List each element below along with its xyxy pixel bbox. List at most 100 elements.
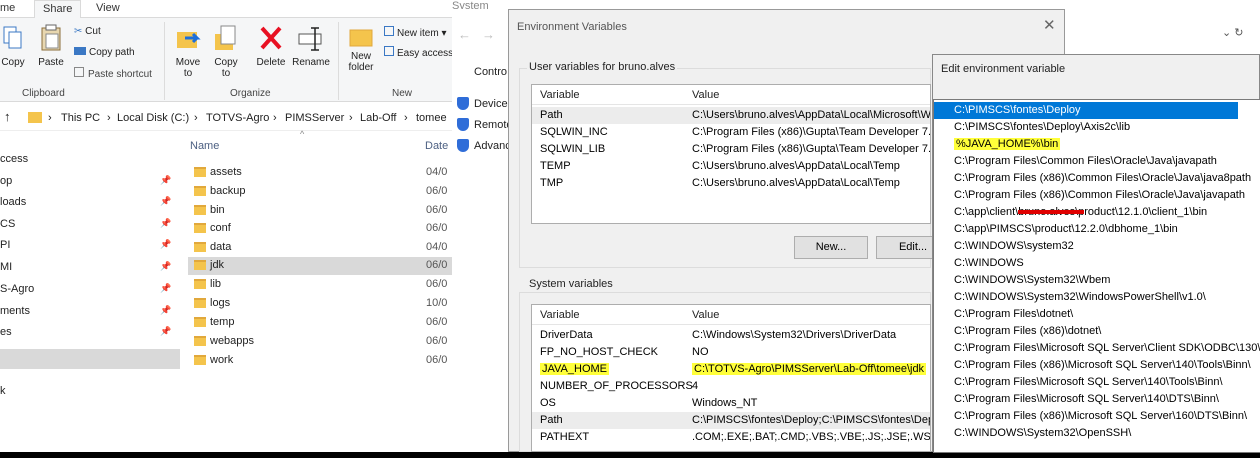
file-row-selected[interactable]: jdk 06/0 <box>188 257 452 275</box>
move-to-button[interactable]: Move to <box>172 24 204 79</box>
list-item[interactable]: C:\WINDOWS\System32\Wbem <box>934 272 1238 289</box>
paste-button[interactable]: Paste <box>36 24 66 68</box>
nav-item-quick-access[interactable]: ccess <box>0 153 28 165</box>
device-manager-link[interactable]: Device <box>474 98 508 110</box>
file-row[interactable]: work 06/0 <box>188 352 452 370</box>
column-header-name[interactable]: Name <box>190 140 219 152</box>
copy-to-button[interactable]: Copy to <box>210 24 242 79</box>
forward-arrow-icon[interactable]: → <box>482 27 495 42</box>
column-variable[interactable]: Variable <box>540 89 580 101</box>
tab-view[interactable]: View <box>96 2 120 14</box>
copy-button[interactable]: Copy <box>0 24 26 68</box>
column-variable[interactable]: Variable <box>540 309 580 321</box>
nav-item-network[interactable]: k <box>0 385 6 397</box>
tab-share[interactable]: Share <box>34 0 82 19</box>
table-row[interactable]: NUMBER_OF_PROCESSORS 4 <box>532 378 930 395</box>
table-row[interactable]: OS Windows_NT <box>532 395 930 412</box>
new-item-button[interactable]: New item ▾ <box>384 26 447 39</box>
list-item[interactable]: C:\Program Files (x86)\dotnet\ <box>934 323 1238 340</box>
breadcrumb-totvs-agro[interactable]: TOTVS-Agro <box>206 112 269 124</box>
variable-value: C:\PIMSCS\fontes\Deploy;C:\PIMSCS\fontes… <box>692 414 931 426</box>
list-item[interactable]: C:\Program Files\dotnet\ <box>934 306 1238 323</box>
list-item[interactable]: C:\Program Files\Microsoft SQL Server\Cl… <box>934 340 1260 357</box>
list-item-redacted[interactable]: C:\app\client\bruno.alves\product\12.1.0… <box>934 204 1238 221</box>
breadcrumb-tomee[interactable]: tomee <box>416 112 447 124</box>
nav-item-pi[interactable]: PI <box>0 239 10 251</box>
breadcrumb-pimsserver[interactable]: PIMSServer <box>285 112 344 124</box>
table-row[interactable]: PATHEXT .COM;.EXE;.BAT;.CMD;.VBS;.VBE;.JS… <box>532 429 930 446</box>
list-item[interactable]: C:\Program Files (x86)\Common Files\Orac… <box>934 187 1245 204</box>
list-item[interactable]: C:\Program Files\Common Files\Oracle\Jav… <box>934 153 1238 170</box>
table-row[interactable]: TEMP C:\Users\bruno.alves\AppData\Local\T… <box>532 158 930 175</box>
path-entries-list[interactable]: C:\PIMSCS\fontes\Deploy C:\PIMSCS\fontes… <box>933 99 1260 453</box>
nav-item-cs[interactable]: CS <box>0 218 15 230</box>
nav-item-mi[interactable]: MI <box>0 261 12 273</box>
file-row[interactable]: bin 06/0 <box>188 202 452 220</box>
file-row[interactable]: data 04/0 <box>188 239 452 257</box>
file-row[interactable]: assets 04/0 <box>188 164 452 182</box>
nav-item-selected[interactable] <box>0 349 180 369</box>
table-row[interactable]: SQLWIN_LIB C:\Program Files (x86)\Gupta\T… <box>532 141 930 158</box>
cut-button[interactable]: ✂ Cut <box>74 26 101 37</box>
column-header-date[interactable]: Date <box>425 140 448 152</box>
column-value[interactable]: Value <box>692 89 719 101</box>
tab-home[interactable]: me <box>0 2 15 14</box>
file-row[interactable]: logs 10/0 <box>188 295 452 313</box>
column-value[interactable]: Value <box>692 309 719 321</box>
back-arrow-icon[interactable]: ← <box>458 27 471 42</box>
list-item[interactable]: C:\WINDOWS\System32\OpenSSH\ <box>934 425 1238 442</box>
paste-shortcut-button[interactable]: Paste shortcut <box>74 67 152 80</box>
table-row[interactable]: SQLWIN_INC C:\Program Files (x86)\Gupta\T… <box>532 124 930 141</box>
chevron-down-icon[interactable]: ⌄ ↻ <box>1222 26 1244 39</box>
table-row[interactable]: Path C:\PIMSCS\fontes\Deploy;C:\PIMSCS\fo… <box>532 412 930 429</box>
table-row[interactable]: Path C:\Users\bruno.alves\AppData\Local\M… <box>532 107 930 124</box>
file-row[interactable]: lib 06/0 <box>188 276 452 294</box>
new-folder-button[interactable]: New folder <box>344 24 378 73</box>
list-item-selected[interactable]: C:\PIMSCS\fontes\Deploy <box>934 102 1238 119</box>
list-item[interactable]: C:\WINDOWS\system32 <box>934 238 1238 255</box>
folder-icon <box>194 336 206 346</box>
table-row[interactable]: FP_NO_HOST_CHECK NO <box>532 344 930 361</box>
list-item[interactable]: C:\WINDOWS <box>934 255 1238 272</box>
nav-item-desktop[interactable]: op <box>0 175 12 187</box>
rename-button[interactable]: Rename <box>292 24 330 68</box>
table-row-java-home[interactable]: JAVA_HOME C:\TOTVS-Agro\PIMSServer\Lab-Of… <box>532 361 930 378</box>
file-row[interactable]: webapps 06/0 <box>188 333 452 351</box>
list-item[interactable]: C:\PIMSCS\fontes\Deploy\Axis2c\lib <box>934 119 1238 136</box>
nav-item-totvs-agro[interactable]: S-Agro <box>0 283 34 295</box>
list-item[interactable]: C:\Program Files (x86)\Microsoft SQL Ser… <box>934 408 1247 425</box>
system-variables-list[interactable]: Variable Value DriverData C:\Windows\Syst… <box>531 304 931 452</box>
file-row[interactable]: temp 06/0 <box>188 314 452 332</box>
delete-button[interactable]: Delete <box>254 24 288 68</box>
breadcrumb-local-disk[interactable]: Local Disk (C:) <box>117 112 189 124</box>
up-arrow-icon[interactable]: ↑ <box>4 109 11 124</box>
table-row[interactable]: TMP C:\Users\bruno.alves\AppData\Local\Te… <box>532 175 930 192</box>
variable-name: DriverData <box>540 329 593 341</box>
nav-item-downloads[interactable]: loads <box>0 196 26 208</box>
new-user-variable-button[interactable]: New... <box>794 236 868 259</box>
file-row[interactable]: backup 06/0 <box>188 183 452 201</box>
copy-path-button[interactable]: Copy path <box>74 47 135 58</box>
easy-access-button[interactable]: Easy access <box>384 46 452 59</box>
list-item[interactable]: C:\Program Files (x86)\Common Files\Orac… <box>934 170 1251 187</box>
file-row[interactable]: conf 06/0 <box>188 220 452 238</box>
nav-item-pictures[interactable]: es <box>0 326 12 338</box>
address-bar[interactable]: ↑ › This PC › Local Disk (C:) › TOTVS-Ag… <box>0 103 452 131</box>
remote-settings-link[interactable]: Remote <box>474 119 513 131</box>
list-item[interactable]: C:\Program Files\Microsoft SQL Server\14… <box>934 374 1238 391</box>
close-icon[interactable]: ✕ <box>1043 16 1056 34</box>
list-item[interactable]: C:\Program Files\Microsoft SQL Server\14… <box>934 391 1238 408</box>
nav-item-documents[interactable]: ments <box>0 305 30 317</box>
user-variables-list[interactable]: Variable Value Path C:\Users\bruno.alves\… <box>531 84 931 224</box>
table-row[interactable]: DriverData C:\Windows\System32\Drivers\Dr… <box>532 327 930 344</box>
ribbon-divider <box>338 22 339 100</box>
list-item-java-home-bin[interactable]: %JAVA_HOME%\bin <box>934 136 1238 153</box>
file-name: bin <box>210 204 225 216</box>
advanced-settings-link[interactable]: Advanc <box>474 140 511 152</box>
list-item[interactable]: C:\WINDOWS\System32\WindowsPowerShell\v1… <box>934 289 1238 306</box>
control-panel-link[interactable]: Contro <box>474 66 507 78</box>
list-item[interactable]: C:\Program Files (x86)\Microsoft SQL Ser… <box>934 357 1251 374</box>
list-item[interactable]: C:\app\PIMSCS\product\12.2.0\dbhome_1\bi… <box>934 221 1238 238</box>
breadcrumb-lab-off[interactable]: Lab-Off <box>360 112 397 124</box>
breadcrumb-this-pc[interactable]: This PC <box>61 112 100 124</box>
